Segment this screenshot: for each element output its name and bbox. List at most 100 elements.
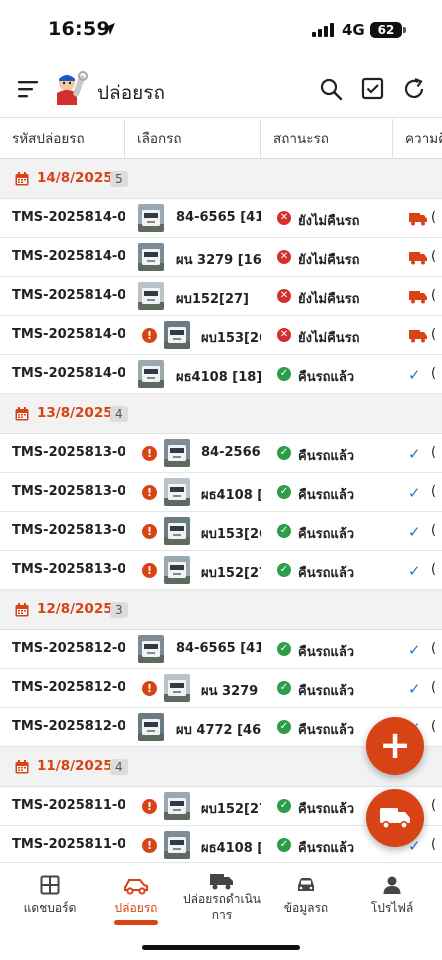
vehicle-thumbnail[interactable] <box>164 321 190 349</box>
vehicle-status: คืนรถแล้ว <box>298 488 355 503</box>
return-info: ( <box>431 680 437 695</box>
add-button[interactable]: + <box>366 717 424 775</box>
truck-action-button[interactable] <box>366 789 424 847</box>
warning-icon: ! <box>142 563 157 578</box>
table-row[interactable]: TMS-2025814-0... ผน 3279 [16] ✕ ยังไม่คืนรถ… <box>0 238 442 277</box>
vehicle-thumbnail[interactable] <box>138 204 164 232</box>
return-info: ( <box>431 523 437 538</box>
table-row[interactable]: TMS-2025813-0...! ผบ152[27] ✓ คืนรถแล้ว ✓ ( <box>0 551 442 590</box>
group-count-badge: 3 <box>110 602 128 618</box>
vehicle-thumbnail[interactable] <box>164 831 190 859</box>
checkbox-icon[interactable] <box>361 77 385 101</box>
group-date: 13/8/2025 <box>37 405 113 421</box>
release-code: TMS-2025814-0... <box>12 210 125 225</box>
x-circle-icon: ✕ <box>277 250 291 264</box>
release-code: TMS-2025811-0... <box>12 798 125 813</box>
date-group-header[interactable]: 14/8/2025 5 <box>0 159 442 199</box>
column-header[interactable]: เลือกรถ <box>125 119 261 159</box>
truck-icon <box>409 250 427 269</box>
vehicle-status: ยังไม่คืนรถ <box>298 292 360 307</box>
nav-profile[interactable]: โปรไฟล์ <box>348 863 436 927</box>
dashboard-icon <box>40 875 60 895</box>
table-row[interactable]: TMS-2025814-0... 84-6565 [41] ✕ ยังไม่คืนรถ… <box>0 199 442 238</box>
table-row[interactable]: TMS-2025813-0...! ผธ4108 [1 ✓ คืนรถแล้ว ✓ ( <box>0 473 442 512</box>
app-logo-icon <box>57 71 88 105</box>
release-code: TMS-2025813-0... <box>12 523 125 538</box>
group-date: 12/8/2025 <box>37 601 113 617</box>
vehicle-plate: 84-2566[2 <box>201 445 261 460</box>
release-code: TMS-2025812-0... <box>12 719 125 734</box>
truck-icon <box>409 289 427 308</box>
table-row[interactable]: TMS-2025814-0... ผบ152[27] ✕ ยังไม่คืนรถ ( <box>0 277 442 316</box>
group-count-badge: 4 <box>110 406 128 422</box>
release-code: TMS-2025814-0... <box>12 366 125 381</box>
table-row[interactable]: TMS-2025814-0...! ผบ153[26] ✕ ยังไม่คืนรถ ( <box>0 316 442 355</box>
checkmark-icon: ✓ <box>408 366 421 384</box>
vehicle-thumbnail[interactable] <box>164 556 190 584</box>
signal-icon <box>312 23 334 37</box>
column-header[interactable]: ความคื <box>393 119 442 159</box>
x-circle-icon: ✕ <box>277 328 291 342</box>
x-circle-icon: ✕ <box>277 211 291 225</box>
release-code: TMS-2025814-0... <box>12 249 125 264</box>
return-info: ( <box>431 484 437 499</box>
vehicle-thumbnail[interactable] <box>164 792 190 820</box>
vehicle-plate: ผบ152[27] <box>201 566 261 581</box>
date-group-header[interactable]: 13/8/2025 4 <box>0 394 442 434</box>
return-info: ( <box>431 445 437 460</box>
release-code: TMS-2025812-0... <box>12 680 125 695</box>
nav-label: โปรไฟล์ <box>370 901 414 915</box>
truck-icon <box>210 874 233 890</box>
column-header[interactable]: รหัสปล่อยรถ <box>0 119 125 159</box>
calendar-icon <box>15 603 29 617</box>
battery-tip <box>403 27 406 33</box>
release-code: TMS-2025813-0... <box>12 445 125 460</box>
vehicle-thumbnail[interactable] <box>164 478 190 506</box>
vehicle-thumbnail[interactable] <box>138 713 164 741</box>
check-circle-icon: ✓ <box>277 720 291 734</box>
vehicle-thumbnail[interactable] <box>138 282 164 310</box>
warning-icon: ! <box>142 838 157 853</box>
location-arrow-icon <box>103 23 115 35</box>
nav-label: ปล่อยรถดำเนินการ <box>183 892 261 922</box>
vehicle-thumbnail[interactable] <box>164 439 190 467</box>
table-row[interactable]: TMS-2025814-0... ผธ4108 [18] ✓ คืนรถแล้ว ✓ ( <box>0 355 442 394</box>
refresh-icon[interactable] <box>402 77 426 101</box>
calendar-icon <box>15 760 29 774</box>
vehicle-status: คืนรถแล้ว <box>298 723 355 738</box>
vehicle-thumbnail[interactable] <box>138 360 164 388</box>
nav-vehicle-info[interactable]: ข้อมูลรถ <box>262 863 350 927</box>
vehicle-thumbnail[interactable] <box>138 243 164 271</box>
vehicle-plate: ผธ4108 [1 <box>201 841 261 856</box>
vehicle-status: คืนรถแล้ว <box>298 841 355 856</box>
check-circle-icon: ✓ <box>277 838 291 852</box>
column-header[interactable]: สถานะรถ <box>261 119 393 159</box>
vehicle-thumbnail[interactable] <box>164 517 190 545</box>
vehicle-thumbnail[interactable] <box>164 674 190 702</box>
date-group-header[interactable]: 12/8/2025 3 <box>0 590 442 630</box>
table-row[interactable]: TMS-2025813-0...! ผบ153[26] ✓ คืนรถแล้ว ✓ ( <box>0 512 442 551</box>
check-circle-icon: ✓ <box>277 446 291 460</box>
table-row[interactable]: TMS-2025812-0...! ผน 3279 [✓ คืนรถแล้ว ✓ ( <box>0 669 442 708</box>
vehicle-status: คืนรถแล้ว <box>298 527 355 542</box>
nav-release[interactable]: ปล่อยรถ <box>92 863 180 927</box>
nav-dashboard[interactable]: แดชบอร์ด <box>6 863 94 927</box>
truck-icon <box>409 328 427 347</box>
vehicle-thumbnail[interactable] <box>138 635 164 663</box>
check-circle-icon: ✓ <box>277 563 291 577</box>
checkmark-icon: ✓ <box>408 680 421 698</box>
check-circle-icon: ✓ <box>277 642 291 656</box>
group-date: 11/8/2025 <box>37 758 113 774</box>
menu-icon[interactable] <box>18 79 40 99</box>
release-code: TMS-2025812-0... <box>12 641 125 656</box>
release-code: TMS-2025813-0... <box>12 484 125 499</box>
vehicle-status: คืนรถแล้ว <box>298 566 355 581</box>
warning-icon: ! <box>142 681 157 696</box>
vehicle-status: ยังไม่คืนรถ <box>298 331 360 346</box>
car-front-icon <box>298 878 314 891</box>
vehicle-plate: 84-6565 [41] <box>176 210 261 225</box>
table-row[interactable]: TMS-2025813-0...! 84-2566[2 ✓ คืนรถแล้ว ✓ ( <box>0 434 442 473</box>
search-icon[interactable] <box>319 77 343 101</box>
nav-release-in-progress[interactable]: ปล่อยรถดำเนินการ <box>178 863 266 927</box>
table-row[interactable]: TMS-2025812-0... 84-6565 [41] ✓ คืนรถแล้ว ✓ ( <box>0 630 442 669</box>
